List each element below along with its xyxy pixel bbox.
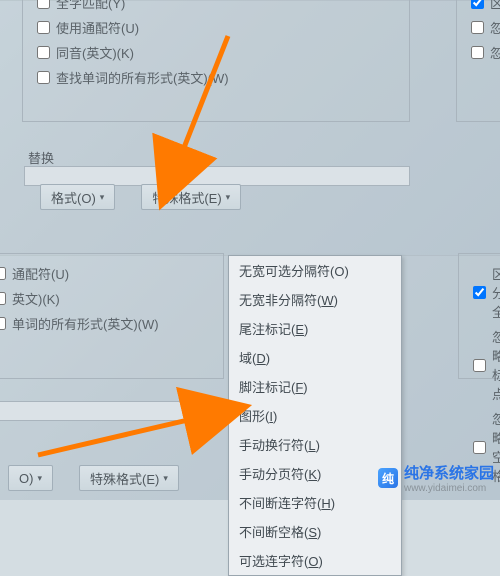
right-options-group-2: 区分全/ 忽略标点 忽略空格 (458, 253, 500, 379)
menu-item[interactable]: 手动分页符(K) (229, 459, 401, 488)
button-row: 格式(O)▾ 特殊格式(E)▾ (40, 184, 241, 210)
menu-item[interactable]: 无宽可选分隔符(O) (229, 256, 401, 285)
cb-wildcards-2[interactable]: 通配符(U) (0, 264, 217, 283)
brand-url: www.yidaimei.com (404, 483, 494, 494)
replace-input[interactable] (24, 166, 410, 186)
menu-item[interactable]: 脚注标记(F) (229, 372, 401, 401)
menu-item[interactable]: 尾注标记(E) (229, 314, 401, 343)
brand-text: 纯净系统家园 (404, 462, 494, 483)
special-format-button-2[interactable]: 特殊格式(E)▾ (79, 465, 179, 491)
special-format-menu: 无宽可选分隔符(O)无宽非分隔符(W)尾注标记(E)域(D)脚注标记(F)图形(… (228, 255, 402, 576)
top-screenshot: 全字匹配(Y) 使用通配符(U) 同音(英文)(K) 查找单词的所有形式(英文)… (0, 0, 500, 255)
cb-whole-words[interactable]: 全字匹配(Y) (37, 0, 403, 12)
replace-input-2[interactable] (0, 401, 224, 421)
menu-item[interactable]: 不间断连字符(H) (229, 488, 401, 517)
replace-section-label: 替换 (28, 148, 54, 167)
cb-all-word-forms-2[interactable]: 单词的所有形式(英文)(W) (0, 314, 217, 333)
cb-sounds-like[interactable]: 同音(英文)(K) (37, 43, 403, 62)
watermark: 纯 纯净系统家园 www.yidaimei.com (378, 462, 494, 494)
menu-item[interactable]: 图形(I) (229, 401, 401, 430)
menu-item[interactable]: 域(D) (229, 343, 401, 372)
menu-item[interactable]: 手动换行符(L) (229, 430, 401, 459)
cb-wildcards[interactable]: 使用通配符(U) (37, 18, 403, 37)
special-format-button[interactable]: 特殊格式(E)▾ (141, 184, 241, 210)
button-row-2: O)▾ 特殊格式(E)▾ (8, 465, 179, 491)
cb-right-1[interactable]: 区 (471, 0, 500, 12)
cb-match-width[interactable]: 区分全/ (473, 264, 500, 321)
chevron-down-icon: ▾ (163, 473, 168, 484)
cb-all-word-forms[interactable]: 查找单词的所有形式(英文)(W) (37, 68, 403, 87)
search-options-group-2: 通配符(U) 英文)(K) 单词的所有形式(英文)(W) (0, 253, 224, 379)
cb-sounds-like-2[interactable]: 英文)(K) (0, 289, 217, 308)
logo-icon: 纯 (378, 468, 398, 488)
cb-ignore-punct[interactable]: 忽略标点 (473, 327, 500, 403)
search-options-group: 全字匹配(Y) 使用通配符(U) 同音(英文)(K) 查找单词的所有形式(英文)… (22, 0, 410, 122)
cb-right-2[interactable]: 忽 (471, 18, 500, 37)
chevron-down-icon: ▾ (226, 192, 231, 203)
chevron-down-icon: ▾ (37, 473, 42, 484)
format-button-2[interactable]: O)▾ (8, 465, 53, 491)
menu-item[interactable]: 无宽非分隔符(W) (229, 285, 401, 314)
menu-item[interactable]: 可选连字符(O) (229, 546, 401, 575)
chevron-down-icon: ▾ (100, 192, 105, 203)
format-button[interactable]: 格式(O)▾ (40, 184, 115, 210)
right-options-group: 区 忽 忽 (456, 0, 500, 122)
menu-item[interactable]: 不间断空格(S) (229, 517, 401, 546)
cb-right-3[interactable]: 忽 (471, 43, 500, 62)
